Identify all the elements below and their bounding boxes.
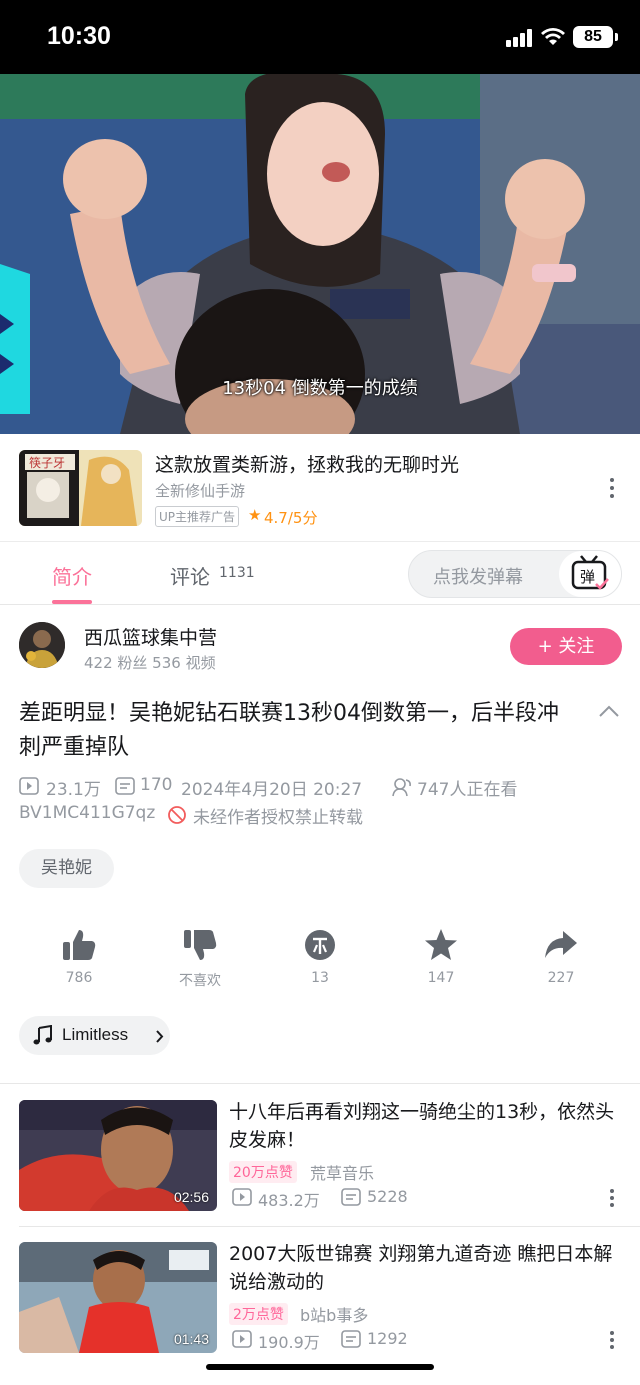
uploader-stats: 422 粉丝 536 视频	[84, 654, 216, 672]
favorite-count: 147	[427, 970, 455, 986]
more-options-icon[interactable]	[604, 1188, 620, 1208]
related-views: 190.9万	[258, 1333, 320, 1352]
danmaku-count-icon	[341, 1188, 361, 1206]
danmaku-button-label: 弹	[580, 568, 595, 586]
no-repost-icon	[168, 806, 186, 824]
share-arrow-icon	[545, 931, 577, 958]
avatar[interactable]	[19, 622, 65, 668]
home-indicator[interactable]	[206, 1364, 434, 1370]
watching-count: 747人正在看	[417, 780, 518, 800]
share-button[interactable]: 227	[511, 928, 611, 992]
related-danmaku: 5228	[367, 1187, 408, 1206]
related-uploader: 荒草音乐	[310, 1164, 375, 1183]
wifi-icon	[541, 28, 565, 45]
music-title: Limitless	[62, 1025, 129, 1044]
dislike-label: 不喜欢	[179, 973, 221, 989]
thumbs-down-icon	[184, 930, 217, 960]
danmaku-placeholder: 点我发弹幕	[433, 567, 523, 588]
play-count-icon	[232, 1330, 252, 1348]
publish-date: 2024年4月20日 20:27	[181, 780, 363, 800]
danmaku-send-button[interactable]: 弹	[559, 551, 621, 597]
related-title[interactable]: 2007大阪世锦赛 刘翔第九道奇迹 瞧把日本解说给激动的	[229, 1240, 619, 1296]
like-count: 786	[65, 970, 93, 986]
video-duration: 02:56	[173, 1189, 209, 1205]
video-duration: 01:43	[173, 1331, 209, 1347]
star-icon	[425, 929, 457, 960]
chevron-right-icon	[156, 1030, 164, 1043]
related-uploader: b站b事多	[300, 1306, 369, 1325]
dislike-button[interactable]: 不喜欢	[150, 928, 250, 992]
content-tabs: 简介 评论 1131 点我发弹幕 弹	[0, 543, 640, 605]
copyright-notice: 未经作者授权禁止转载	[193, 808, 363, 828]
ad-subtitle: 全新修仙手游	[155, 482, 246, 500]
like-button[interactable]: 786	[29, 928, 129, 992]
chevron-up-icon[interactable]	[598, 704, 620, 718]
video-meta-secondary: BV1MC411G7qz 未经作者授权禁止转载	[19, 803, 629, 828]
tag-chip[interactable]: 吴艳妮	[19, 849, 114, 888]
ad-badge: UP主推荐广告	[155, 506, 240, 527]
related-title[interactable]: 十八年后再看刘翔这一骑绝尘的13秒，依然头皮发麻！	[229, 1098, 619, 1154]
coin-count: 13	[311, 970, 329, 986]
ad-thumbnail: 筷子牙	[19, 450, 142, 526]
battery-icon: 85	[573, 26, 618, 48]
music-chip[interactable]: Limitless	[19, 1016, 170, 1055]
video-player[interactable]: 13秒04 倒数第一的成绩	[0, 74, 640, 434]
danmaku-count-icon	[115, 777, 135, 795]
thumbs-up-icon	[63, 930, 96, 960]
danmaku-input[interactable]: 点我发弹幕 弹	[408, 550, 622, 598]
star-icon: ★	[248, 506, 262, 524]
ad-title: 这款放置类新游，拯救我的无聊时光	[155, 454, 460, 476]
tab-intro[interactable]: 简介	[52, 561, 92, 590]
view-count: 23.1万	[46, 780, 101, 800]
play-count-icon	[232, 1188, 252, 1206]
tab-active-indicator	[52, 600, 92, 604]
danmaku-count-icon	[341, 1330, 361, 1348]
more-options-icon[interactable]	[604, 476, 620, 500]
related-thumbnail[interactable]: 01:43	[19, 1242, 217, 1353]
coin-button[interactable]: 13	[270, 928, 370, 992]
related-views: 483.2万	[258, 1191, 320, 1210]
danmaku-tv-icon: 弹	[571, 555, 609, 590]
video-title: 差距明显！吴艳妮钻石联赛13秒04倒数第一，后半段冲刺严重掉队	[19, 701, 559, 760]
ad-rating: 4.7/5分	[264, 509, 318, 527]
video-subtitle: 13秒04 倒数第一的成绩	[222, 378, 418, 399]
likes-badge: 2万点赞	[229, 1303, 288, 1325]
more-options-icon[interactable]	[604, 1330, 620, 1350]
music-note-icon	[33, 1025, 52, 1045]
status-time: 10:30	[47, 22, 111, 50]
ad-thumb-logo: 筷子牙	[29, 455, 65, 470]
coin-icon	[305, 930, 335, 960]
section-divider	[0, 1083, 640, 1084]
tab-comments[interactable]: 评论	[170, 561, 210, 590]
video-meta: 23.1万 170 2024年4月20日 20:27 747人正在看	[19, 775, 629, 800]
viewers-icon	[392, 778, 411, 797]
play-count-icon	[19, 777, 39, 795]
danmaku-count: 170	[140, 775, 173, 795]
uploader-name[interactable]: 西瓜篮球集中营	[84, 623, 217, 650]
list-divider	[19, 1226, 640, 1227]
video-bvid[interactable]: BV1MC411G7qz	[19, 803, 155, 823]
likes-badge: 20万点赞	[229, 1161, 297, 1183]
comments-count: 1131	[219, 565, 255, 581]
cellular-signal-icon	[506, 29, 533, 47]
status-bar: 10:30 85	[0, 0, 640, 74]
ad-card[interactable]: 筷子牙 这款放置类新游，拯救我的无聊时光 全新修仙手游 UP主推荐广告 ★ 4.…	[0, 434, 640, 542]
follow-button[interactable]: + 关注	[510, 628, 622, 665]
share-count: 227	[547, 970, 575, 986]
related-danmaku: 1292	[367, 1329, 408, 1348]
related-thumbnail[interactable]: 02:56	[19, 1100, 217, 1211]
favorite-button[interactable]: 147	[391, 928, 491, 992]
